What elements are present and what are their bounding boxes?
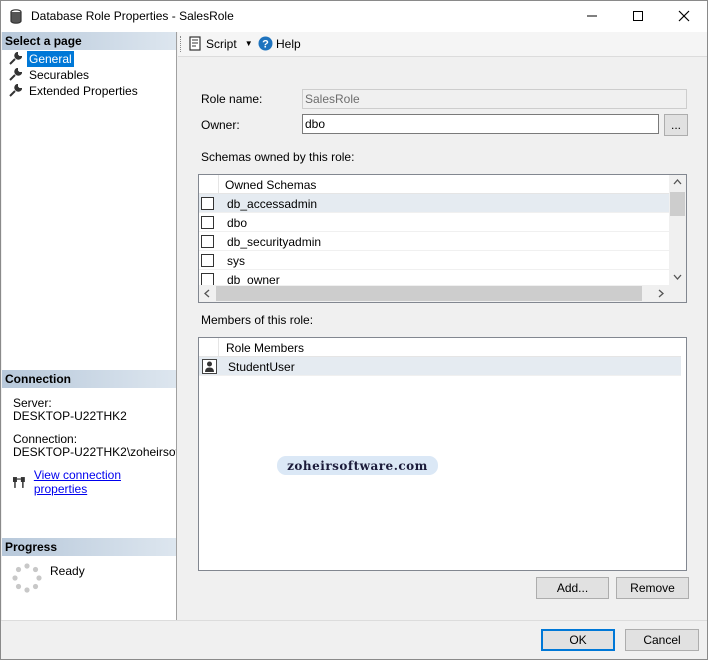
owned-schemas-header: Owned Schemas xyxy=(199,175,669,194)
add-member-button[interactable]: Add... xyxy=(536,577,609,599)
schema-checkbox[interactable] xyxy=(201,197,214,210)
page-item-label: Extended Properties xyxy=(29,84,138,98)
owned-schemas-grid[interactable]: Owned Schemas db_accessadmin dbo db_secu… xyxy=(198,174,687,303)
wrench-icon xyxy=(9,52,22,65)
members-label: Members of this role: xyxy=(201,313,314,327)
owner-browse-button[interactable]: ... xyxy=(664,114,688,136)
role-members-header-label: Role Members xyxy=(226,341,305,355)
ok-button[interactable]: OK xyxy=(541,629,615,651)
help-label: Help xyxy=(276,36,301,51)
page-item-label: General xyxy=(27,51,74,67)
connection-label: Connection: xyxy=(13,432,78,446)
horizontal-scroll-thumb[interactable] xyxy=(216,286,642,301)
toolbar: Script ▼ ? Help xyxy=(178,32,707,57)
toolbar-grip xyxy=(180,36,182,52)
database-icon xyxy=(10,9,22,27)
close-button[interactable] xyxy=(661,1,707,32)
server-label: Server: xyxy=(13,396,52,410)
schema-checkbox[interactable] xyxy=(201,254,214,267)
chevron-right-icon[interactable] xyxy=(658,289,664,298)
schema-name: dbo xyxy=(227,216,248,230)
schemas-label: Schemas owned by this role: xyxy=(201,150,355,164)
help-icon: ? xyxy=(258,36,273,51)
schema-checkbox[interactable] xyxy=(201,216,214,229)
owner-label: Owner: xyxy=(201,118,240,132)
page-item-general[interactable]: General xyxy=(8,51,74,67)
connection-header: Connection xyxy=(2,370,176,388)
user-icon xyxy=(202,359,217,374)
window-title: Database Role Properties - SalesRole xyxy=(31,9,234,23)
page-item-label: Securables xyxy=(29,68,90,82)
view-connection-properties[interactable]: View connection properties xyxy=(12,468,176,496)
schema-name: db_accessadmin xyxy=(227,197,318,211)
server-value: DESKTOP-U22THK2 xyxy=(13,409,127,423)
chevron-down-icon[interactable]: ▼ xyxy=(245,39,253,48)
chevron-left-icon[interactable] xyxy=(204,289,210,298)
maximize-button[interactable] xyxy=(615,1,661,32)
script-icon xyxy=(189,36,201,51)
select-page-header: Select a page xyxy=(2,32,176,50)
role-members-header: Role Members xyxy=(199,338,681,357)
page-item-securables[interactable]: Securables xyxy=(8,67,91,83)
vertical-scroll-thumb[interactable] xyxy=(670,192,685,216)
wrench-icon xyxy=(9,84,22,97)
help-button[interactable]: ? Help xyxy=(258,36,301,51)
list-item[interactable]: db_accessadmin xyxy=(199,194,669,213)
dialog-window: Database Role Properties - SalesRole Sel… xyxy=(0,0,708,660)
role-name-label: Role name: xyxy=(201,92,263,106)
connection-plug-icon xyxy=(12,477,25,488)
schema-name: sys xyxy=(227,254,245,268)
schema-checkbox[interactable] xyxy=(201,235,214,248)
minimize-button[interactable] xyxy=(569,1,615,32)
title-bar: Database Role Properties - SalesRole xyxy=(1,1,707,32)
list-item[interactable]: db_securityadmin xyxy=(199,232,669,251)
role-name-field: SalesRole xyxy=(302,89,687,109)
view-connection-link[interactable]: View connection properties xyxy=(34,468,176,496)
vertical-scrollbar[interactable] xyxy=(669,175,686,285)
script-label: Script xyxy=(206,36,237,51)
progress-status: Ready xyxy=(50,564,85,578)
owner-field[interactable]: dbo xyxy=(302,114,659,134)
chevron-down-icon[interactable] xyxy=(673,274,682,280)
wrench-icon xyxy=(9,68,22,81)
owned-schemas-header-label: Owned Schemas xyxy=(225,178,317,192)
schema-name: db_securityadmin xyxy=(227,235,322,249)
member-name: StudentUser xyxy=(228,360,295,374)
page-item-extended-properties[interactable]: Extended Properties xyxy=(8,83,140,99)
cancel-button[interactable]: Cancel xyxy=(625,629,699,651)
progress-spinner-icon xyxy=(12,563,42,593)
horizontal-scrollbar[interactable] xyxy=(199,285,686,302)
progress-header: Progress xyxy=(2,538,176,556)
left-pane: Select a page General Securables Extende… xyxy=(2,32,177,620)
list-item[interactable]: dbo xyxy=(199,213,669,232)
watermark: zoheirsoftware.com xyxy=(277,456,438,475)
list-item[interactable]: sys xyxy=(199,251,669,270)
connection-value: DESKTOP-U22THK2\zoheirsoftware xyxy=(13,445,176,459)
role-members-grid[interactable]: Role Members StudentUser xyxy=(198,337,687,571)
script-button[interactable]: Script ▼ xyxy=(188,36,253,51)
chevron-up-icon[interactable] xyxy=(673,179,682,185)
remove-member-button[interactable]: Remove xyxy=(616,577,689,599)
footer-divider xyxy=(1,620,707,621)
svg-text:?: ? xyxy=(262,39,269,51)
list-item[interactable]: StudentUser xyxy=(199,357,681,376)
